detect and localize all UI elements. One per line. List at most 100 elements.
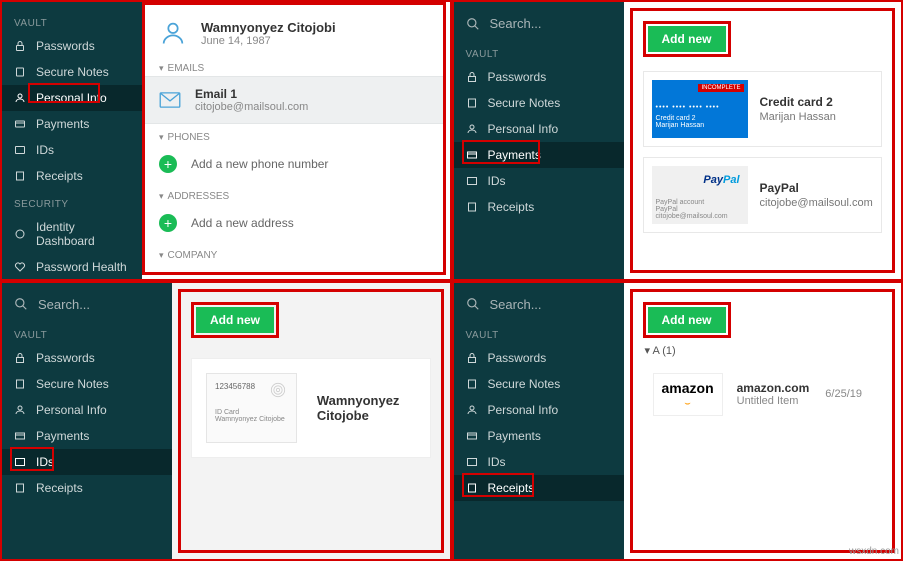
credit-card-tile: INCOMPLETE •••• •••• •••• •••• Credit ca… — [652, 80, 748, 138]
amazon-logo-icon: amazon ⌣ — [653, 373, 723, 416]
sidebar-item-receipts[interactable]: Receipts — [2, 163, 142, 189]
receipt-icon — [466, 201, 478, 213]
person-icon — [14, 404, 26, 416]
sidebar-item-passwords[interactable]: Passwords — [454, 64, 624, 90]
label: Personal Info — [488, 122, 559, 136]
sidebar-item-ids[interactable]: IDs — [2, 449, 172, 475]
sidebar-item-secure-notes[interactable]: Secure Notes — [454, 371, 624, 397]
sidebar-item-passwords[interactable]: Passwords — [2, 345, 172, 371]
card-icon — [14, 430, 26, 442]
placeholder: Search... — [490, 16, 542, 31]
sidebar-item-payments[interactable]: Payments — [2, 111, 142, 137]
section-vault: VAULT — [2, 320, 172, 345]
sidebar-item-ids[interactable]: IDs — [454, 449, 624, 475]
fingerprint-icon — [268, 380, 288, 400]
label: Payments — [488, 148, 541, 162]
incomplete-badge: INCOMPLETE — [698, 84, 743, 92]
payment-card-paypal[interactable]: PayPal PayPal account PayPal citojobe@ma… — [643, 157, 883, 233]
add-new-highlight: Add new — [643, 21, 731, 57]
tile-line: Credit card 2 — [656, 115, 744, 122]
section-company[interactable]: COMPANY — [145, 242, 443, 263]
search-input[interactable]: Search... — [2, 289, 172, 320]
payment-card-credit[interactable]: INCOMPLETE •••• •••• •••• •••• Credit ca… — [643, 71, 883, 147]
label: A (1) — [652, 345, 675, 357]
sidebar-item-personal-info[interactable]: Personal Info — [2, 85, 142, 111]
id-icon — [466, 175, 478, 187]
panel-payments: Search... VAULT Passwords Secure Notes P… — [452, 0, 903, 281]
dashboard-icon — [14, 228, 26, 240]
personal-info-detail: Wamnyonyez Citojobi June 14, 1987 EMAILS… — [142, 2, 450, 279]
sidebar-item-receipts[interactable]: Receipts — [2, 475, 172, 501]
sidebar-item-payments[interactable]: Payments — [2, 423, 172, 449]
watermark: wsxdn.com — [849, 546, 899, 557]
sidebar-item-personal-info[interactable]: Personal Info — [454, 397, 624, 423]
sidebar-item-secure-notes[interactable]: Secure Notes — [2, 371, 172, 397]
receipt-subtitle: Untitled Item — [737, 395, 810, 407]
add-new-button[interactable]: Add new — [196, 307, 274, 333]
plus-icon: + — [159, 214, 177, 232]
sidebar-item-passwords[interactable]: Passwords — [2, 33, 142, 59]
identity-name: Wamnyonyez Citojobi — [201, 20, 336, 35]
group-header-a[interactable]: ▾ A (1) — [643, 338, 883, 363]
card-subtitle: citojobe@mailsoul.com — [760, 197, 873, 209]
card-icon — [466, 430, 478, 442]
label: Password Health — [36, 260, 127, 274]
label: IDs — [36, 455, 54, 469]
person-icon — [14, 92, 26, 104]
panel-receipts: Search... VAULT Passwords Secure Notes P… — [452, 281, 903, 561]
panel-personal-info: VAULT Passwords Secure Notes Personal In… — [0, 0, 452, 281]
label: Add a new address — [191, 216, 294, 230]
add-new-button[interactable]: Add new — [648, 307, 726, 333]
search-icon — [14, 297, 28, 311]
receipt-entry[interactable]: amazon ⌣ amazon.com Untitled Item 6/25/1… — [643, 363, 883, 426]
receipt-title: amazon.com — [737, 381, 810, 395]
panel-ids: Search... VAULT Passwords Secure Notes P… — [0, 281, 452, 561]
email-entry[interactable]: Email 1 citojobe@mailsoul.com — [145, 76, 443, 124]
plus-icon: + — [159, 155, 177, 173]
heart-icon — [14, 261, 26, 273]
sidebar-item-payments[interactable]: Payments — [454, 142, 624, 168]
card-icon — [14, 118, 26, 130]
sidebar-item-secure-notes[interactable]: Secure Notes — [454, 90, 624, 116]
sidebar-item-receipts[interactable]: Receipts — [454, 194, 624, 220]
sidebar-item-secure-notes[interactable]: Secure Notes — [2, 59, 142, 85]
receipt-icon — [14, 482, 26, 494]
label: Passwords — [488, 351, 547, 365]
section-addresses[interactable]: ADDRESSES — [145, 183, 443, 204]
search-input[interactable]: Search... — [454, 289, 624, 320]
note-icon — [14, 378, 26, 390]
tile-line: Marijan Hassan — [656, 122, 744, 129]
paypal-logo-icon: PayPal — [703, 174, 739, 186]
sidebar-item-payments[interactable]: Payments — [454, 423, 624, 449]
sidebar-item-passwords[interactable]: Passwords — [454, 345, 624, 371]
section-vault: VAULT — [2, 8, 142, 33]
sidebar-item-identity-dashboard[interactable]: Identity Dashboard — [2, 214, 142, 254]
ids-list: Add new 123456788 ID Card Wamnyonyez Cit… — [172, 283, 450, 560]
sidebar-item-password-health[interactable]: Password Health — [2, 254, 142, 280]
label: Personal Info — [36, 403, 107, 417]
label: Identity Dashboard — [36, 220, 130, 248]
sidebar-item-ids[interactable]: IDs — [454, 168, 624, 194]
id-type: ID Card — [215, 409, 288, 416]
tile-line: PayPal account — [656, 199, 744, 206]
tile-line: citojobe@mailsoul.com — [656, 213, 744, 220]
placeholder: Search... — [490, 297, 542, 312]
sidebar-item-receipts[interactable]: Receipts — [454, 475, 624, 501]
label: Secure Notes — [36, 65, 109, 79]
section-vault: VAULT — [454, 320, 624, 345]
section-phones[interactable]: PHONES — [145, 124, 443, 145]
add-phone-row[interactable]: + Add a new phone number — [145, 145, 443, 183]
section-emails[interactable]: EMAILS — [145, 55, 443, 76]
sidebar: VAULT Passwords Secure Notes Personal In… — [2, 2, 142, 279]
person-icon — [466, 123, 478, 135]
search-icon — [466, 297, 480, 311]
search-input[interactable]: Search... — [454, 8, 624, 39]
sidebar-item-personal-info[interactable]: Personal Info — [454, 116, 624, 142]
add-address-row[interactable]: + Add a new address — [145, 204, 443, 242]
sidebar-item-personal-info[interactable]: Personal Info — [2, 397, 172, 423]
id-entry[interactable]: 123456788 ID Card Wamnyonyez Citojobe Wa… — [191, 358, 431, 458]
sidebar-item-ids[interactable]: IDs — [2, 137, 142, 163]
add-new-button[interactable]: Add new — [648, 26, 726, 52]
lock-icon — [14, 352, 26, 364]
label: Passwords — [36, 351, 95, 365]
